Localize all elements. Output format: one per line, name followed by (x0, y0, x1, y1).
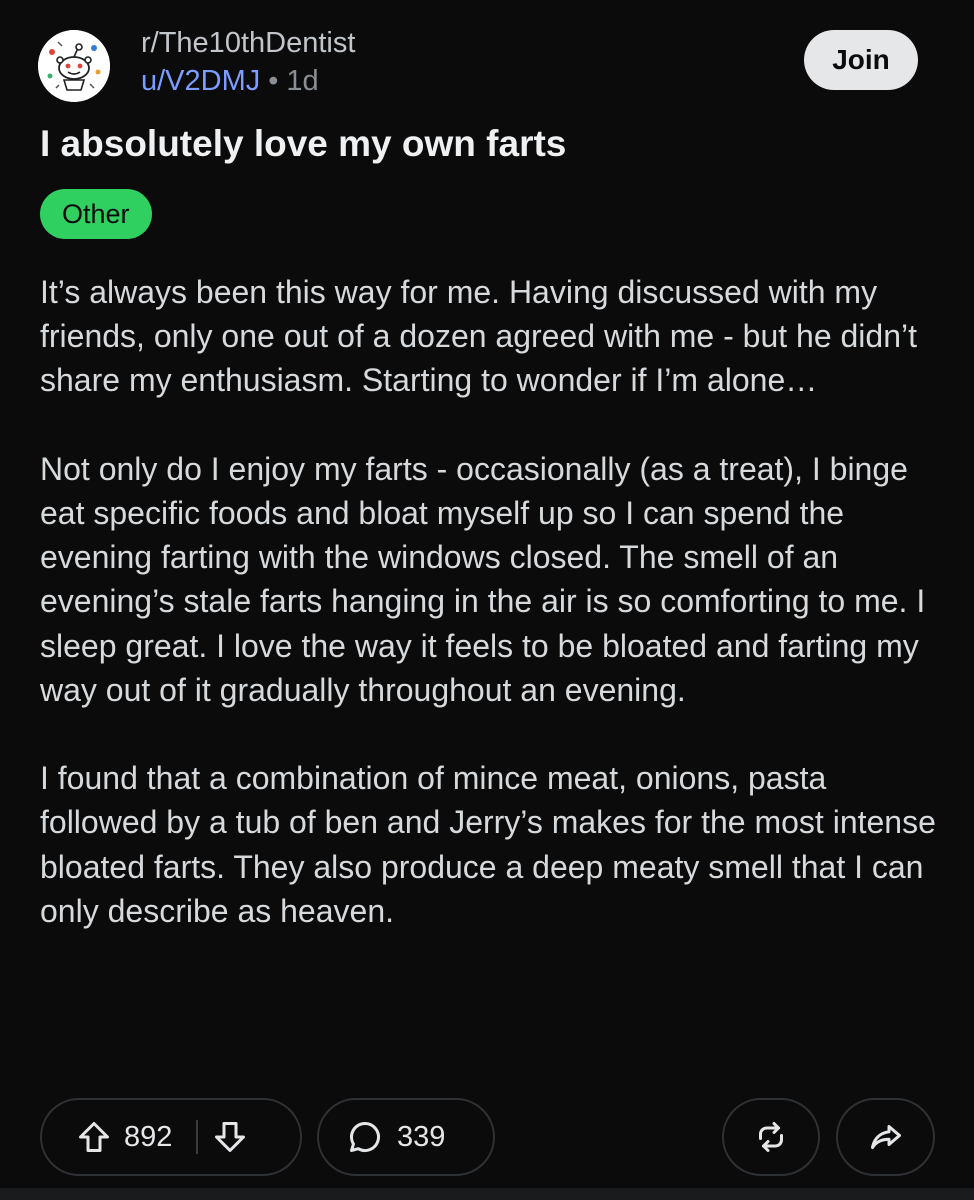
post-body: It’s always been this way for me. Having… (40, 270, 940, 977)
comments-button[interactable]: 339 (317, 1098, 495, 1176)
join-button[interactable]: Join (804, 30, 918, 90)
bottom-edge-bar (0, 1188, 974, 1200)
repost-button[interactable] (722, 1098, 820, 1176)
subreddit-avatar[interactable] (38, 30, 110, 102)
post-header: r/The10thDentist u/V2DMJ • 1d Join (38, 26, 938, 106)
meta-separator: • (268, 65, 279, 97)
subreddit-name[interactable]: r/The10thDentist (141, 26, 355, 60)
post-age: 1d (286, 65, 319, 97)
repost-icon (753, 1119, 789, 1155)
upvote-count: 892 (124, 1120, 173, 1153)
post-paragraph: I found that a combination of mince meat… (40, 760, 936, 929)
upvote-arrow-icon[interactable] (76, 1119, 112, 1155)
comment-bubble-icon (347, 1119, 383, 1155)
post-paragraph: Not only do I enjoy my farts - occasiona… (40, 450, 926, 708)
downvote-arrow-icon[interactable] (212, 1119, 248, 1155)
post-paragraph: It’s always been this way for me. Having… (40, 274, 917, 399)
author-username[interactable]: u/V2DMJ (141, 65, 260, 97)
post-flair[interactable]: Other (40, 189, 152, 239)
share-button[interactable] (836, 1098, 935, 1176)
post-title[interactable]: I absolutely love my own farts (40, 120, 566, 168)
vote-divider (196, 1120, 199, 1154)
author-line: u/V2DMJ • 1d (141, 64, 355, 98)
post-meta: r/The10thDentist u/V2DMJ • 1d (141, 26, 355, 98)
share-arrow-icon (868, 1119, 904, 1155)
comment-count: 339 (397, 1120, 446, 1153)
snoo-dentist-icon (38, 30, 110, 102)
vote-control: 892 (40, 1098, 302, 1176)
post-action-bar: 892 339 (40, 1098, 935, 1178)
